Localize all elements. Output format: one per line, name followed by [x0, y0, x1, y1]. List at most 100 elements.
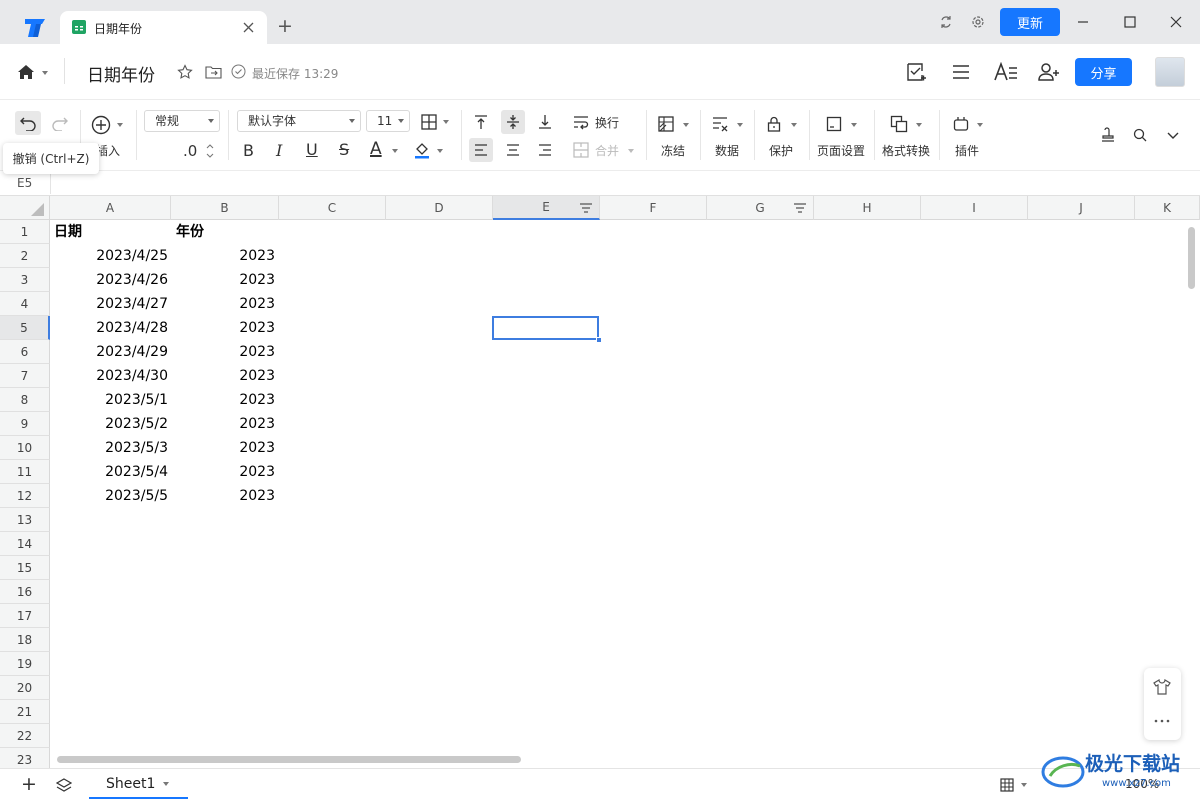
- shirt-icon[interactable]: [1152, 677, 1172, 697]
- row-header-16[interactable]: 16: [0, 580, 50, 604]
- number-format-dropdown[interactable]: 常规: [144, 110, 220, 132]
- formula-input[interactable]: [52, 172, 1192, 194]
- column-filter-icon[interactable]: [578, 200, 594, 216]
- font-color-caret[interactable]: [392, 149, 398, 153]
- cell-b7[interactable]: 2023: [172, 364, 275, 388]
- font-family-dropdown[interactable]: 默认字体: [237, 110, 361, 132]
- row-header-18[interactable]: 18: [0, 628, 50, 652]
- row-header-4[interactable]: 4: [0, 292, 50, 316]
- column-header-a[interactable]: A: [50, 196, 171, 220]
- row-header-20[interactable]: 20: [0, 676, 50, 700]
- decimal-label[interactable]: .0: [183, 142, 197, 160]
- column-header-f[interactable]: F: [600, 196, 707, 220]
- home-menu-caret[interactable]: [42, 71, 48, 75]
- close-tab-icon[interactable]: [240, 19, 256, 35]
- horizontal-scrollbar[interactable]: [57, 756, 521, 763]
- document-tab[interactable]: [60, 11, 267, 44]
- text-style-icon[interactable]: [992, 60, 1020, 84]
- avatar[interactable]: [1155, 57, 1185, 87]
- data-label[interactable]: 数据: [715, 142, 739, 159]
- settings-icon[interactable]: [969, 13, 987, 31]
- column-filter-icon[interactable]: [792, 200, 808, 216]
- plugin-icon[interactable]: [951, 114, 971, 134]
- sheet-tab-caret[interactable]: [163, 782, 169, 786]
- format-convert-caret[interactable]: [916, 123, 922, 127]
- cell-a4[interactable]: 2023/4/27: [52, 292, 168, 316]
- cell-b2[interactable]: 2023: [172, 244, 275, 268]
- cell-b12[interactable]: 2023: [172, 484, 275, 508]
- cell-a5[interactable]: 2023/4/28: [52, 316, 168, 340]
- row-header-2[interactable]: 2: [0, 244, 50, 268]
- protect-caret[interactable]: [791, 123, 797, 127]
- cell-b9[interactable]: 2023: [172, 412, 275, 436]
- row-header-3[interactable]: 3: [0, 268, 50, 292]
- cell-a7[interactable]: 2023/4/30: [52, 364, 168, 388]
- align-left-icon[interactable]: [471, 140, 491, 160]
- column-header-i[interactable]: I: [921, 196, 1028, 220]
- align-top-icon[interactable]: [471, 112, 491, 132]
- column-header-h[interactable]: H: [814, 196, 921, 220]
- cell-reference[interactable]: E5: [17, 176, 32, 190]
- star-icon[interactable]: [175, 62, 195, 82]
- document-title[interactable]: 日期年份: [87, 61, 155, 86]
- column-header-b[interactable]: B: [171, 196, 279, 220]
- page-setup-caret[interactable]: [851, 123, 857, 127]
- wrap-text-icon[interactable]: [571, 112, 591, 132]
- fill-color-caret[interactable]: [437, 149, 443, 153]
- page-setup-icon[interactable]: [824, 114, 844, 134]
- align-middle-icon[interactable]: [503, 112, 523, 132]
- data-caret[interactable]: [737, 123, 743, 127]
- maximize-icon[interactable]: [1122, 14, 1138, 30]
- row-header-21[interactable]: 21: [0, 700, 50, 724]
- cell-a8[interactable]: 2023/5/1: [52, 388, 168, 412]
- cell-b1[interactable]: 年份: [176, 220, 276, 244]
- cell-a12[interactable]: 2023/5/5: [52, 484, 168, 508]
- row-header-6[interactable]: 6: [0, 340, 50, 364]
- row-header-9[interactable]: 9: [0, 412, 50, 436]
- share-button[interactable]: 分享: [1075, 58, 1132, 86]
- merge-cells-label[interactable]: 合并: [595, 142, 619, 159]
- row-header-17[interactable]: 17: [0, 604, 50, 628]
- page-setup-label[interactable]: 页面设置: [817, 142, 865, 159]
- decimal-stepper-icon[interactable]: [204, 141, 216, 161]
- freeze-icon[interactable]: [656, 114, 676, 134]
- row-header-5[interactable]: 5: [0, 316, 50, 340]
- format-convert-icon[interactable]: [889, 114, 909, 134]
- add-sheet-button[interactable]: +: [21, 773, 37, 795]
- format-convert-label[interactable]: 格式转换: [882, 142, 930, 159]
- update-button[interactable]: 更新: [1000, 8, 1060, 36]
- wrap-text-label[interactable]: 换行: [595, 114, 619, 131]
- freeze-caret[interactable]: [683, 123, 689, 127]
- border-icon[interactable]: [419, 112, 439, 132]
- cell-a6[interactable]: 2023/4/29: [52, 340, 168, 364]
- plugin-label[interactable]: 插件: [955, 142, 979, 159]
- italic-button[interactable]: I: [276, 141, 282, 160]
- strikethrough-button[interactable]: S: [339, 140, 349, 159]
- vertical-scrollbar[interactable]: [1188, 227, 1195, 289]
- row-header-13[interactable]: 13: [0, 508, 50, 532]
- cell-b3[interactable]: 2023: [172, 268, 275, 292]
- align-center-icon[interactable]: [503, 140, 523, 160]
- cell-b4[interactable]: 2023: [172, 292, 275, 316]
- insert-caret[interactable]: [117, 123, 123, 127]
- close-window-icon[interactable]: [1168, 14, 1184, 30]
- column-header-c[interactable]: C: [279, 196, 386, 220]
- cell-b11[interactable]: 2023: [172, 460, 275, 484]
- undo-icon[interactable]: [17, 113, 39, 133]
- row-header-22[interactable]: 22: [0, 724, 50, 748]
- redo-icon[interactable]: [49, 113, 71, 133]
- align-right-icon[interactable]: [535, 140, 555, 160]
- more-icon[interactable]: [1152, 711, 1172, 731]
- cell-b5[interactable]: 2023: [172, 316, 275, 340]
- plugin-caret[interactable]: [977, 123, 983, 127]
- column-header-j[interactable]: J: [1028, 196, 1135, 220]
- row-header-8[interactable]: 8: [0, 388, 50, 412]
- fill-handle[interactable]: [596, 337, 602, 343]
- row-header-10[interactable]: 10: [0, 436, 50, 460]
- row-header-12[interactable]: 12: [0, 484, 50, 508]
- collaborators-icon[interactable]: [1036, 60, 1062, 84]
- search-icon[interactable]: [1130, 125, 1150, 145]
- row-header-19[interactable]: 19: [0, 652, 50, 676]
- sync-icon[interactable]: [937, 13, 955, 31]
- cell-a2[interactable]: 2023/4/25: [52, 244, 168, 268]
